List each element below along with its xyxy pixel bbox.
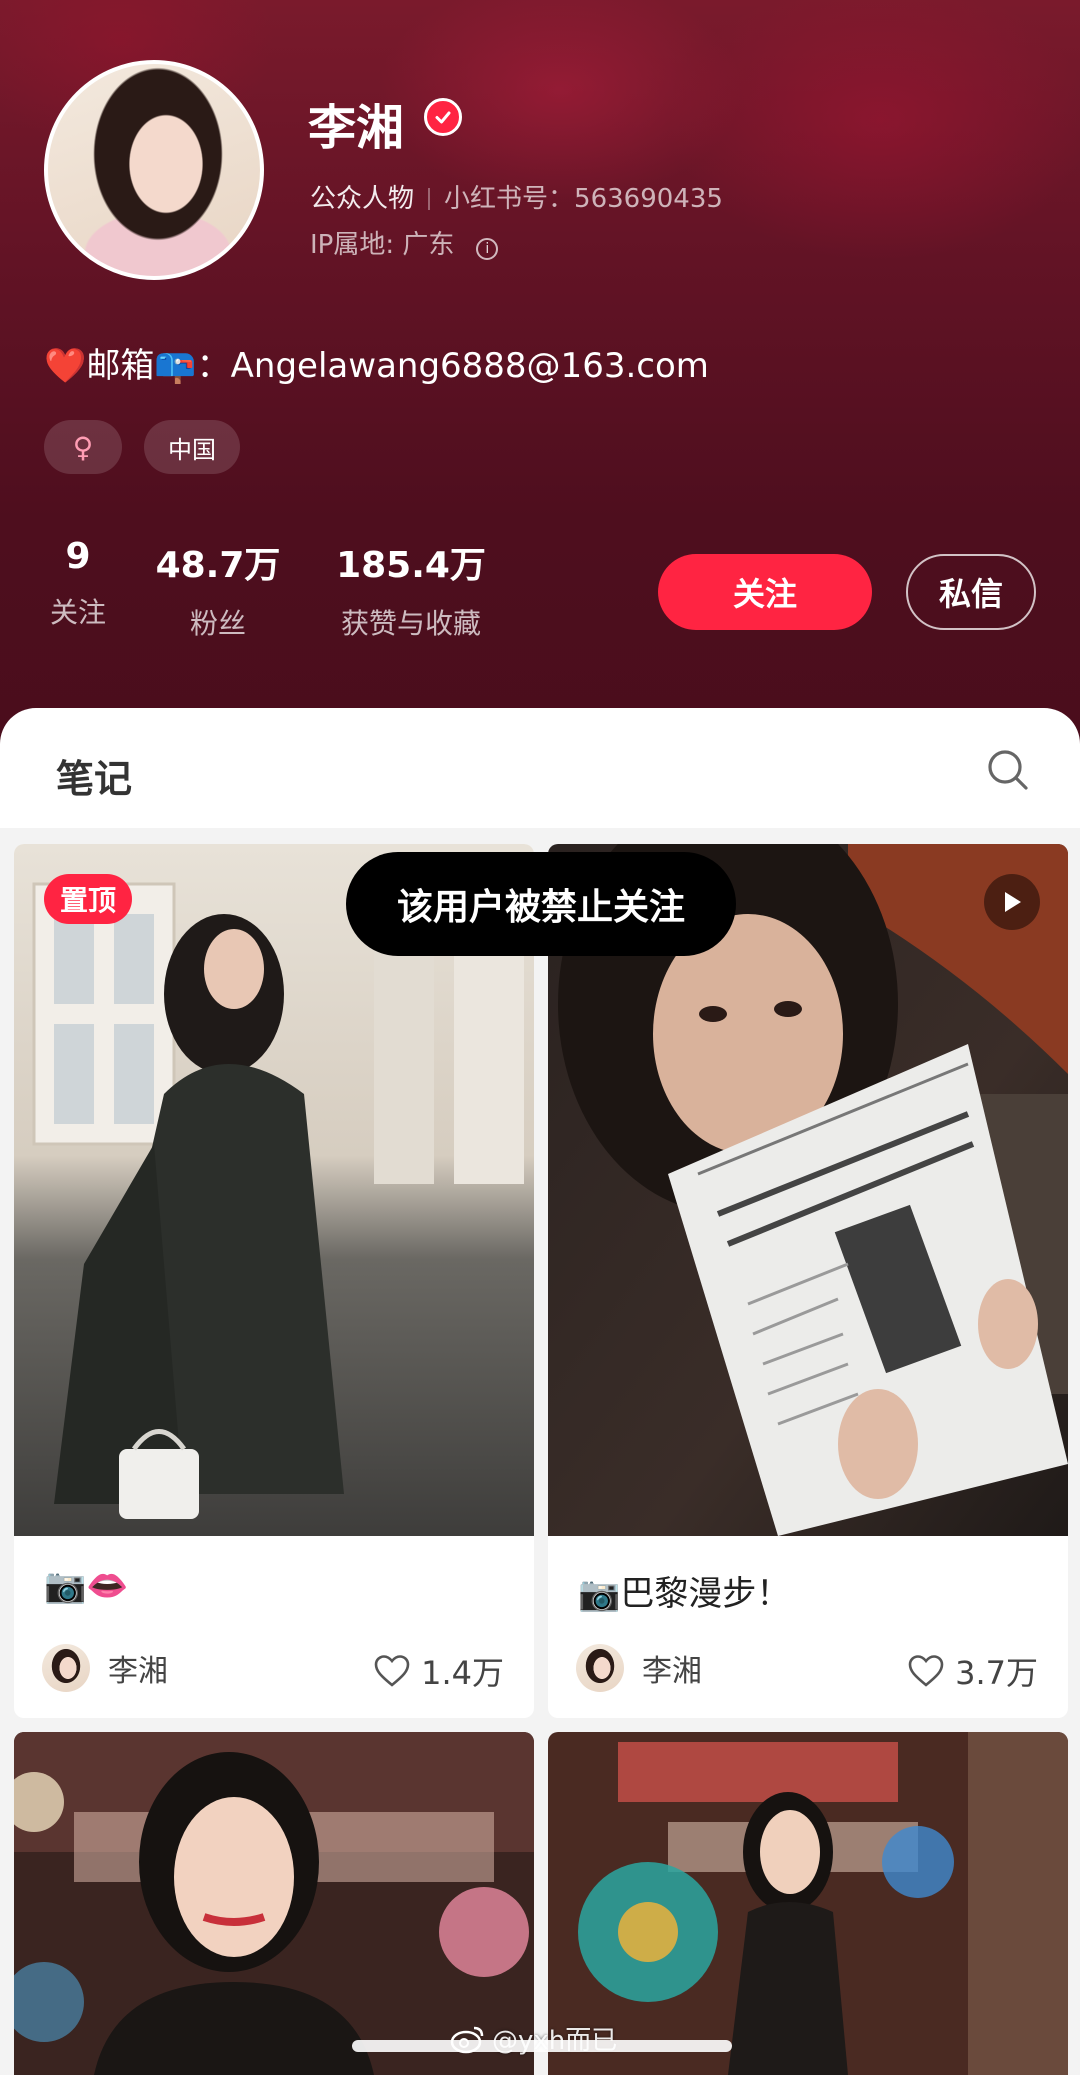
- author-name: 李湘: [642, 1654, 702, 1689]
- note-title: 📷👄: [44, 1566, 129, 1606]
- info-icon[interactable]: i: [476, 238, 499, 260]
- like-counter[interactable]: 1.4万: [373, 1648, 504, 1694]
- message-button[interactable]: 私信: [906, 554, 1036, 630]
- profile-avatar[interactable]: [44, 60, 264, 280]
- note-cover-image: [548, 1732, 1068, 2075]
- pinned-badge: 置顶: [44, 874, 133, 924]
- stat-followers[interactable]: 48.7万 粉丝: [148, 536, 288, 642]
- profile-id-label: 小红书号：: [444, 184, 575, 214]
- heart-icon: [908, 1655, 944, 1687]
- search-icon[interactable]: [986, 748, 1030, 792]
- stat-label: 获赞与收藏: [340, 607, 481, 640]
- video-play-icon: [984, 874, 1040, 930]
- profile-ip: IP属地: 广东: [310, 230, 455, 260]
- profile-id-value: 563690435: [574, 184, 723, 214]
- tab-notes[interactable]: 笔记: [56, 748, 132, 803]
- profile-bio: ❤️邮箱📪：Angelawang6888@163.com: [44, 346, 709, 386]
- stat-likes[interactable]: 185.4万 获赞与收藏: [326, 536, 496, 642]
- note-card[interactable]: 置顶 📷👄 李湘 1.4万: [14, 844, 534, 1718]
- like-count: 1.4万: [421, 1654, 504, 1692]
- avatar: [42, 1644, 90, 1692]
- stat-value: 185.4万: [336, 545, 486, 586]
- profile-ip-row: IP属地: 广东 i: [310, 224, 499, 261]
- like-counter[interactable]: 3.7万: [907, 1648, 1038, 1694]
- author-name: 李湘: [108, 1654, 168, 1689]
- profile-header: 李湘 公众人物 小红书号：563690435 IP属地: 广东 i ❤️邮箱📪：An…: [0, 0, 1080, 760]
- region-tag: 中国: [144, 420, 240, 474]
- profile-name: 李湘: [308, 100, 405, 156]
- follow-button[interactable]: 关注: [658, 554, 872, 630]
- note-card[interactable]: 📷巴黎漫步！ 李湘 3.7万: [548, 844, 1068, 1718]
- note-author[interactable]: 李湘: [42, 1644, 168, 1692]
- toast-message: 该用户被禁止关注: [346, 852, 736, 956]
- profile-tags: ♀ 中国: [44, 420, 240, 474]
- heart-icon: [374, 1655, 410, 1687]
- stat-value: 9: [65, 536, 91, 577]
- notes-tab-bar: 笔记: [0, 708, 1080, 828]
- avatar: [576, 1644, 624, 1692]
- profile-stats: 9 关注 48.7万 粉丝 185.4万 获赞与收藏: [0, 536, 600, 646]
- stat-label: 关注: [49, 596, 106, 629]
- profile-role: 公众人物: [310, 184, 415, 214]
- profile-meta: 公众人物 小红书号：563690435: [310, 178, 723, 215]
- home-indicator[interactable]: [352, 2040, 732, 2052]
- note-title: 📷巴黎漫步！: [578, 1574, 791, 1614]
- verified-badge-icon: [424, 98, 462, 136]
- gender-tag: ♀: [44, 420, 122, 474]
- note-author[interactable]: 李湘: [576, 1644, 702, 1692]
- note-card[interactable]: [548, 1732, 1068, 2075]
- like-count: 3.7万: [955, 1654, 1038, 1692]
- stat-label: 粉丝: [189, 607, 246, 640]
- stat-following[interactable]: 9 关注: [38, 536, 118, 631]
- stat-value: 48.7万: [155, 545, 281, 586]
